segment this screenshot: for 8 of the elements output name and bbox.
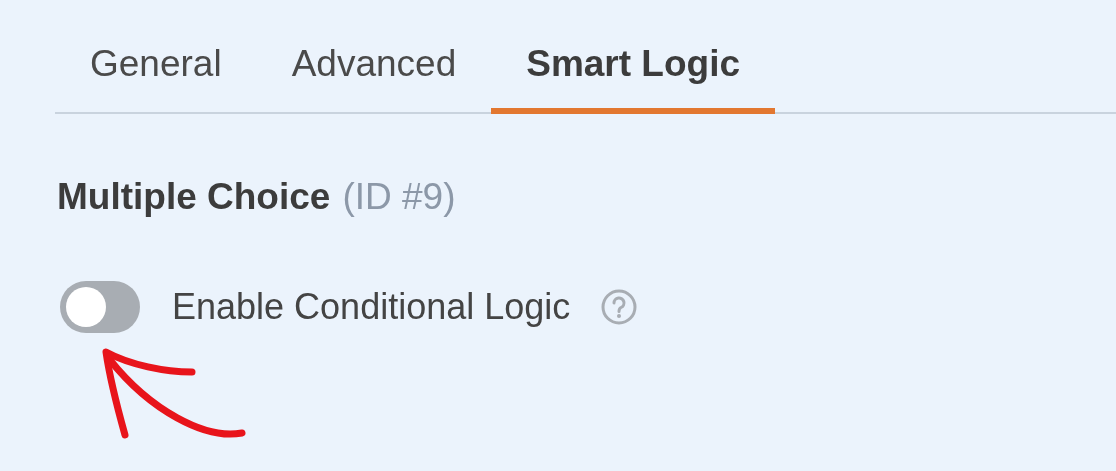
toggle-switch[interactable] xyxy=(60,281,140,333)
tab[interactable]: Smart Logic xyxy=(491,45,776,114)
tab[interactable]: Advanced xyxy=(256,45,492,114)
field-id: (ID #9) xyxy=(342,178,456,215)
field-title: Multiple Choice xyxy=(57,178,331,215)
help-icon[interactable] xyxy=(600,288,639,326)
toggle-label: Enable Conditional Logic xyxy=(172,289,571,325)
tab[interactable]: General xyxy=(55,45,257,114)
